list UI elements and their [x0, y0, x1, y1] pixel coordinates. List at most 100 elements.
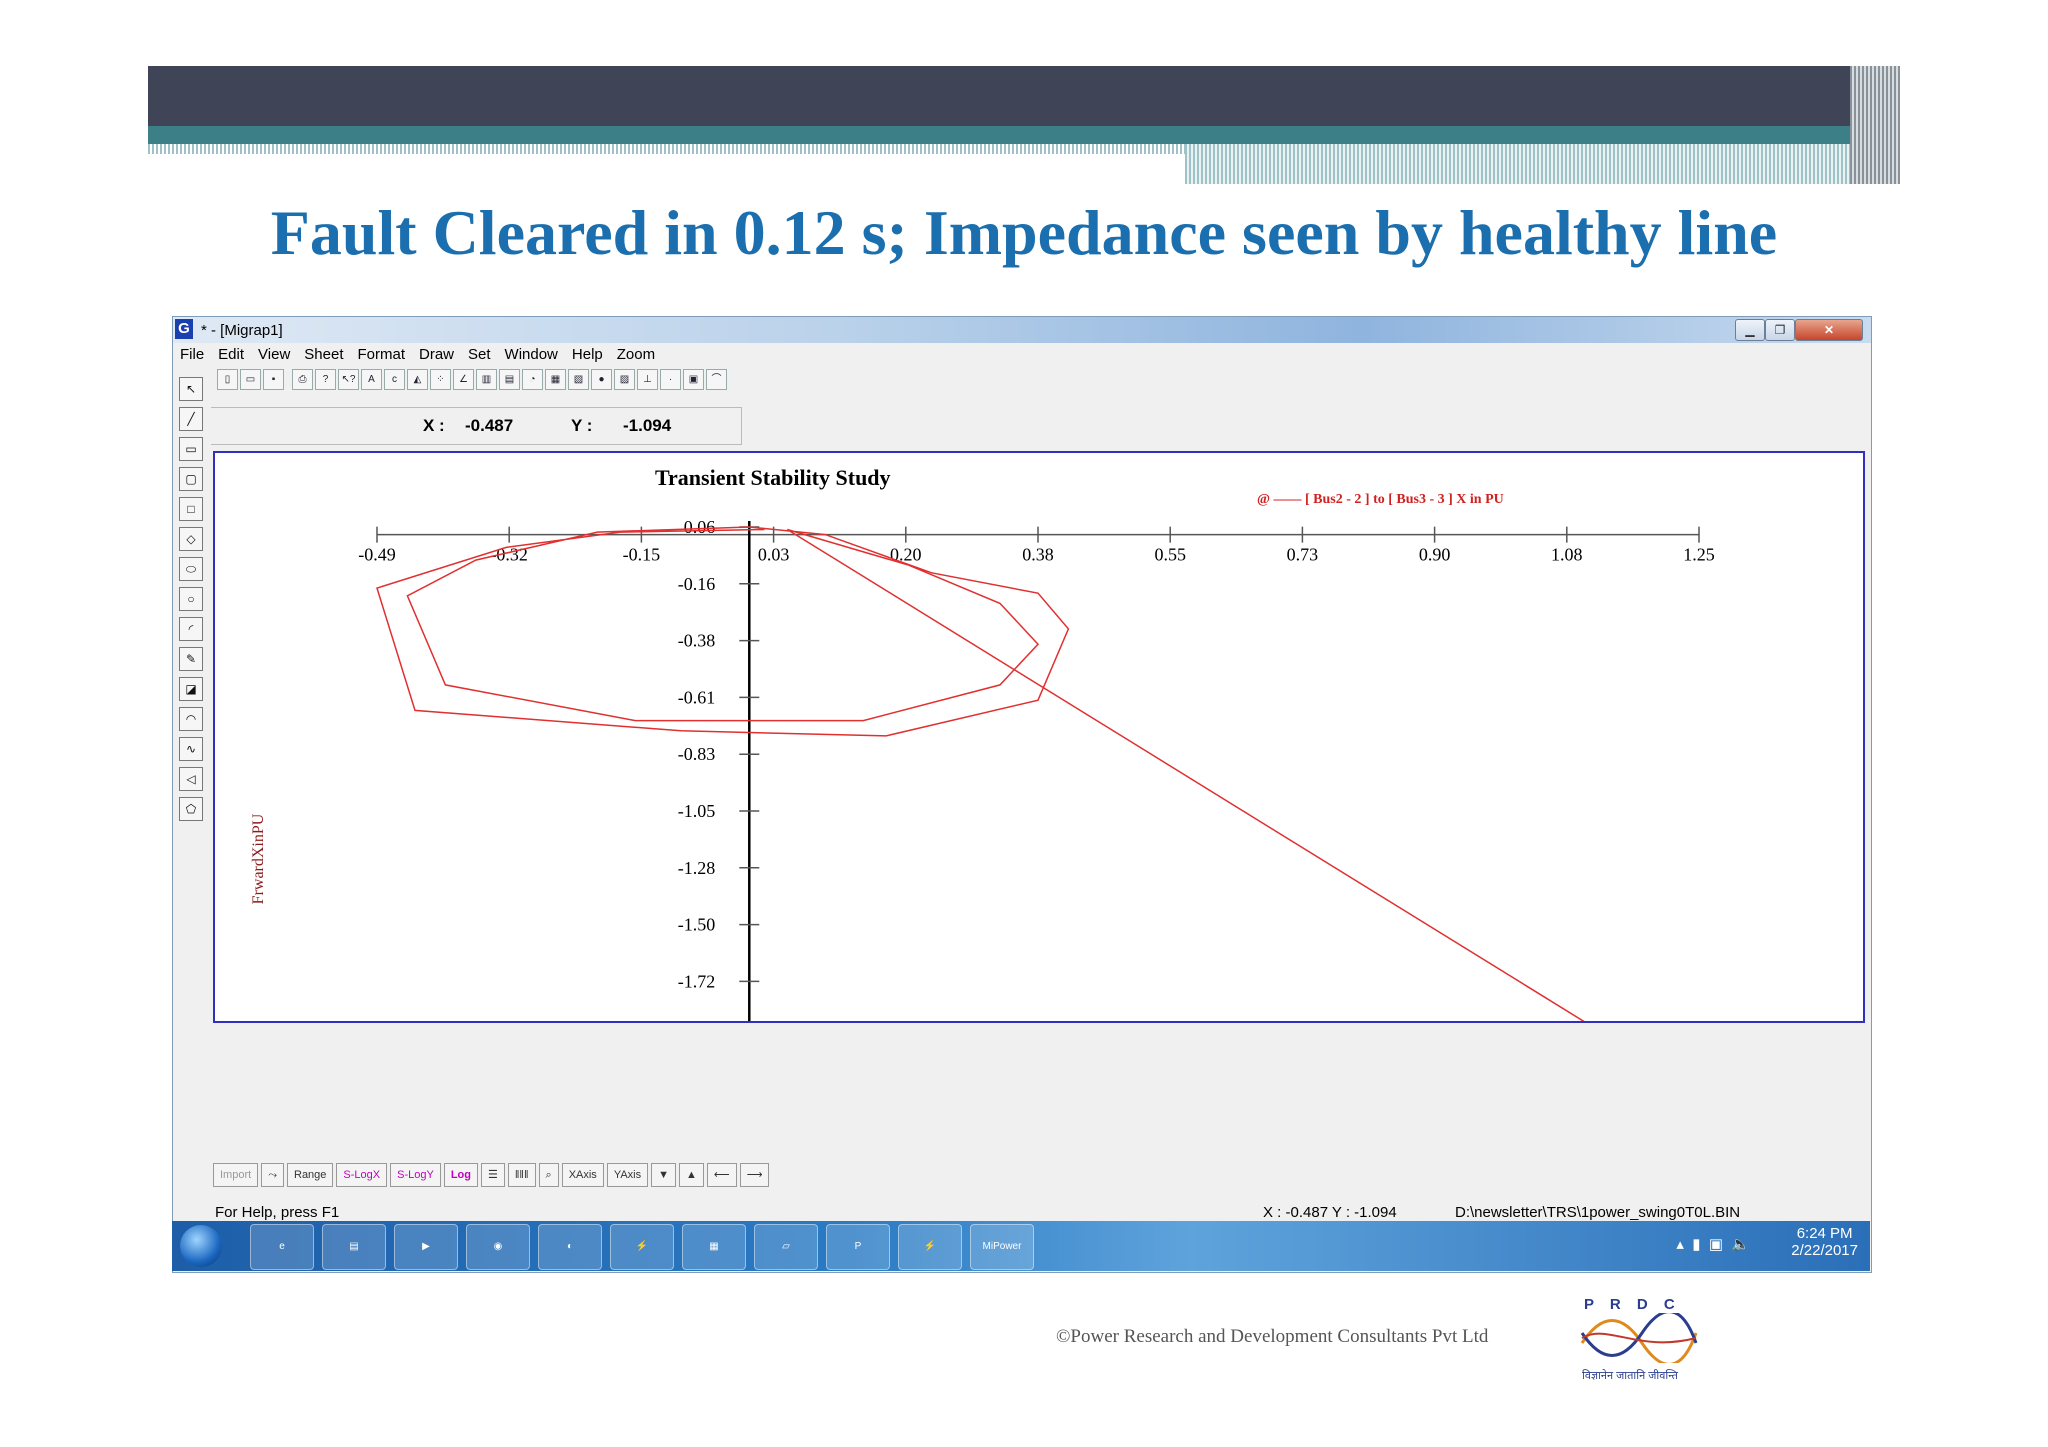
- status-help: For Help, press F1: [215, 1204, 340, 1221]
- zoom-icon[interactable]: ⌕: [538, 1163, 559, 1187]
- new-file-icon[interactable]: ▯: [217, 369, 238, 390]
- maximize-button[interactable]: ❐: [1765, 319, 1795, 341]
- x-tick-label: -0.49: [358, 545, 396, 565]
- diamond-tool-icon[interactable]: ◇: [179, 527, 203, 551]
- trace-icon[interactable]: ⤳: [261, 1163, 284, 1187]
- wave-tool-icon[interactable]: ∿: [179, 737, 203, 761]
- y-axis-label: FrwardXinPU: [250, 813, 267, 904]
- scatter-chart-icon[interactable]: ⁘: [430, 369, 451, 390]
- rectangle-tool-icon[interactable]: ▭: [179, 437, 203, 461]
- notepad-icon[interactable]: ▱: [754, 1224, 818, 1270]
- menu-draw[interactable]: Draw: [412, 343, 461, 363]
- horizontal-grid-icon[interactable]: ☰: [481, 1163, 505, 1187]
- import-button[interactable]: Import: [213, 1163, 259, 1187]
- semilog-x-button[interactable]: S-LogX: [336, 1163, 388, 1187]
- rounded-rect-tool-icon[interactable]: ▢: [179, 467, 203, 491]
- pie-chart-icon[interactable]: ◔: [522, 369, 543, 390]
- menu-help[interactable]: Help: [565, 343, 610, 363]
- grouped-bar-icon[interactable]: ▧: [568, 369, 589, 390]
- menu-zoom[interactable]: Zoom: [610, 343, 662, 363]
- clear-icon[interactable]: c: [384, 369, 405, 390]
- minimize-button[interactable]: ▁: [1735, 319, 1765, 341]
- curve-icon[interactable]: ⌒: [706, 369, 727, 390]
- coord-x-value: -0.487: [465, 416, 514, 435]
- circle-tool-icon[interactable]: ○: [179, 587, 203, 611]
- line-chart-icon[interactable]: ∠: [453, 369, 474, 390]
- scroll-down-icon[interactable]: ▼: [651, 1163, 677, 1187]
- logo-waves-icon: [1580, 1310, 1698, 1366]
- fill-tool-icon[interactable]: ◪: [179, 677, 203, 701]
- x-tick-label: 1.25: [1683, 545, 1715, 565]
- system-tray-icons[interactable]: ▴ ▮ ▣ 🔈: [1676, 1235, 1750, 1253]
- color-fill-icon[interactable]: ●: [591, 369, 612, 390]
- impedance-trajectory-line: [376, 526, 1585, 1021]
- menu-edit[interactable]: Edit: [211, 343, 251, 363]
- chrome-icon[interactable]: ◉: [466, 1224, 530, 1270]
- area-chart-icon[interactable]: ◭: [407, 369, 428, 390]
- chart-title: Transient Stability Study: [655, 465, 891, 490]
- axis-icon[interactable]: ⊥: [637, 369, 658, 390]
- nc-icon[interactable]: ·: [660, 369, 681, 390]
- bar-chart-icon[interactable]: ▥: [476, 369, 497, 390]
- menu-sheet[interactable]: Sheet: [297, 343, 350, 363]
- arc-tool-icon[interactable]: ◜: [179, 617, 203, 641]
- network-tool-icon[interactable]: ⚡: [610, 1224, 674, 1270]
- windows-taskbar: e ▤ ▶ ◉ ◐ ⚡ ▦ ▱ P ⚡ MiPower ▴ ▮ ▣ 🔈 6:24…: [172, 1221, 1870, 1271]
- powerpoint-icon[interactable]: P: [826, 1224, 890, 1270]
- polyline-tool-icon[interactable]: ◁: [179, 767, 203, 791]
- mipower-icon[interactable]: MiPower: [970, 1224, 1034, 1270]
- coord-y-label: Y :: [571, 416, 593, 435]
- vertical-grid-icon[interactable]: ‖‖‖: [507, 1163, 536, 1187]
- text-icon[interactable]: A: [361, 369, 382, 390]
- column-chart-icon[interactable]: ▤: [499, 369, 520, 390]
- scroll-right-icon[interactable]: ⟶: [739, 1163, 770, 1187]
- pointer-icon[interactable]: ↖: [179, 377, 203, 401]
- graph-settings-icon[interactable]: ▣: [683, 369, 704, 390]
- open-folder-icon[interactable]: ▭: [240, 369, 261, 390]
- x-tick-label: 0.03: [758, 545, 790, 565]
- internet-explorer-icon[interactable]: e: [250, 1224, 314, 1270]
- square-tool-icon[interactable]: □: [179, 497, 203, 521]
- close-button[interactable]: ✕: [1795, 319, 1863, 341]
- logo-letters: P R D C: [1584, 1296, 1681, 1313]
- save-icon[interactable]: ▪: [263, 369, 284, 390]
- file-explorer-icon[interactable]: ▤: [322, 1224, 386, 1270]
- scroll-left-icon[interactable]: ⟵: [706, 1163, 737, 1187]
- clock[interactable]: 6:24 PM 2/22/2017: [1791, 1225, 1858, 1259]
- ellipse-tool-icon[interactable]: ⬭: [179, 557, 203, 581]
- start-button[interactable]: [180, 1225, 222, 1267]
- print-icon[interactable]: ⎙: [292, 369, 313, 390]
- impedance-chart: Transient Stability Study @ —— [ Bus2 - 2…: [250, 465, 1715, 1021]
- y-tick-label: 0.06: [684, 517, 716, 537]
- clock-time: 6:24 PM: [1796, 1225, 1853, 1242]
- pencil-tool-icon[interactable]: ✎: [179, 647, 203, 671]
- chart-properties-icon[interactable]: ▨: [614, 369, 635, 390]
- blocks-app-icon[interactable]: ▦: [682, 1224, 746, 1270]
- menu-file[interactable]: File: [173, 343, 211, 363]
- migrap-window: G * - [Migrap1] ▁ ❐ ✕ File Edit View Sheet F…: [172, 316, 1872, 1273]
- x-axis-button[interactable]: XAxis: [561, 1163, 604, 1187]
- window-titlebar[interactable]: G * - [Migrap1] ▁ ❐ ✕: [173, 317, 1871, 343]
- menu-view[interactable]: View: [251, 343, 297, 363]
- menu-window[interactable]: Window: [498, 343, 565, 363]
- x-tick-label: 0.55: [1154, 545, 1186, 565]
- stacked-bar-icon[interactable]: ▦: [545, 369, 566, 390]
- menu-set[interactable]: Set: [461, 343, 498, 363]
- help-icon[interactable]: ?: [315, 369, 336, 390]
- log-button[interactable]: Log: [443, 1163, 478, 1187]
- x-tick-label: 1.08: [1551, 545, 1583, 565]
- firefox-icon[interactable]: ◐: [538, 1224, 602, 1270]
- line-tool-icon[interactable]: ╱: [179, 407, 203, 431]
- transmission-tower-icon[interactable]: ⚡: [898, 1224, 962, 1270]
- y-tick-label: -1.50: [678, 915, 716, 935]
- chord-tool-icon[interactable]: ◠: [179, 707, 203, 731]
- scroll-up-icon[interactable]: ▲: [679, 1163, 704, 1187]
- context-help-icon[interactable]: ↖?: [338, 369, 359, 390]
- media-player-icon[interactable]: ▶: [394, 1224, 458, 1270]
- menu-format[interactable]: Format: [350, 343, 412, 363]
- range-button[interactable]: Range: [287, 1163, 334, 1187]
- polygon-tool-icon[interactable]: ⬠: [179, 797, 203, 821]
- plot-area[interactable]: Transient Stability Study @ —— [ Bus2 - 2…: [213, 451, 1865, 1023]
- y-axis-button[interactable]: YAxis: [606, 1163, 649, 1187]
- semilog-y-button[interactable]: S-LogY: [390, 1163, 441, 1187]
